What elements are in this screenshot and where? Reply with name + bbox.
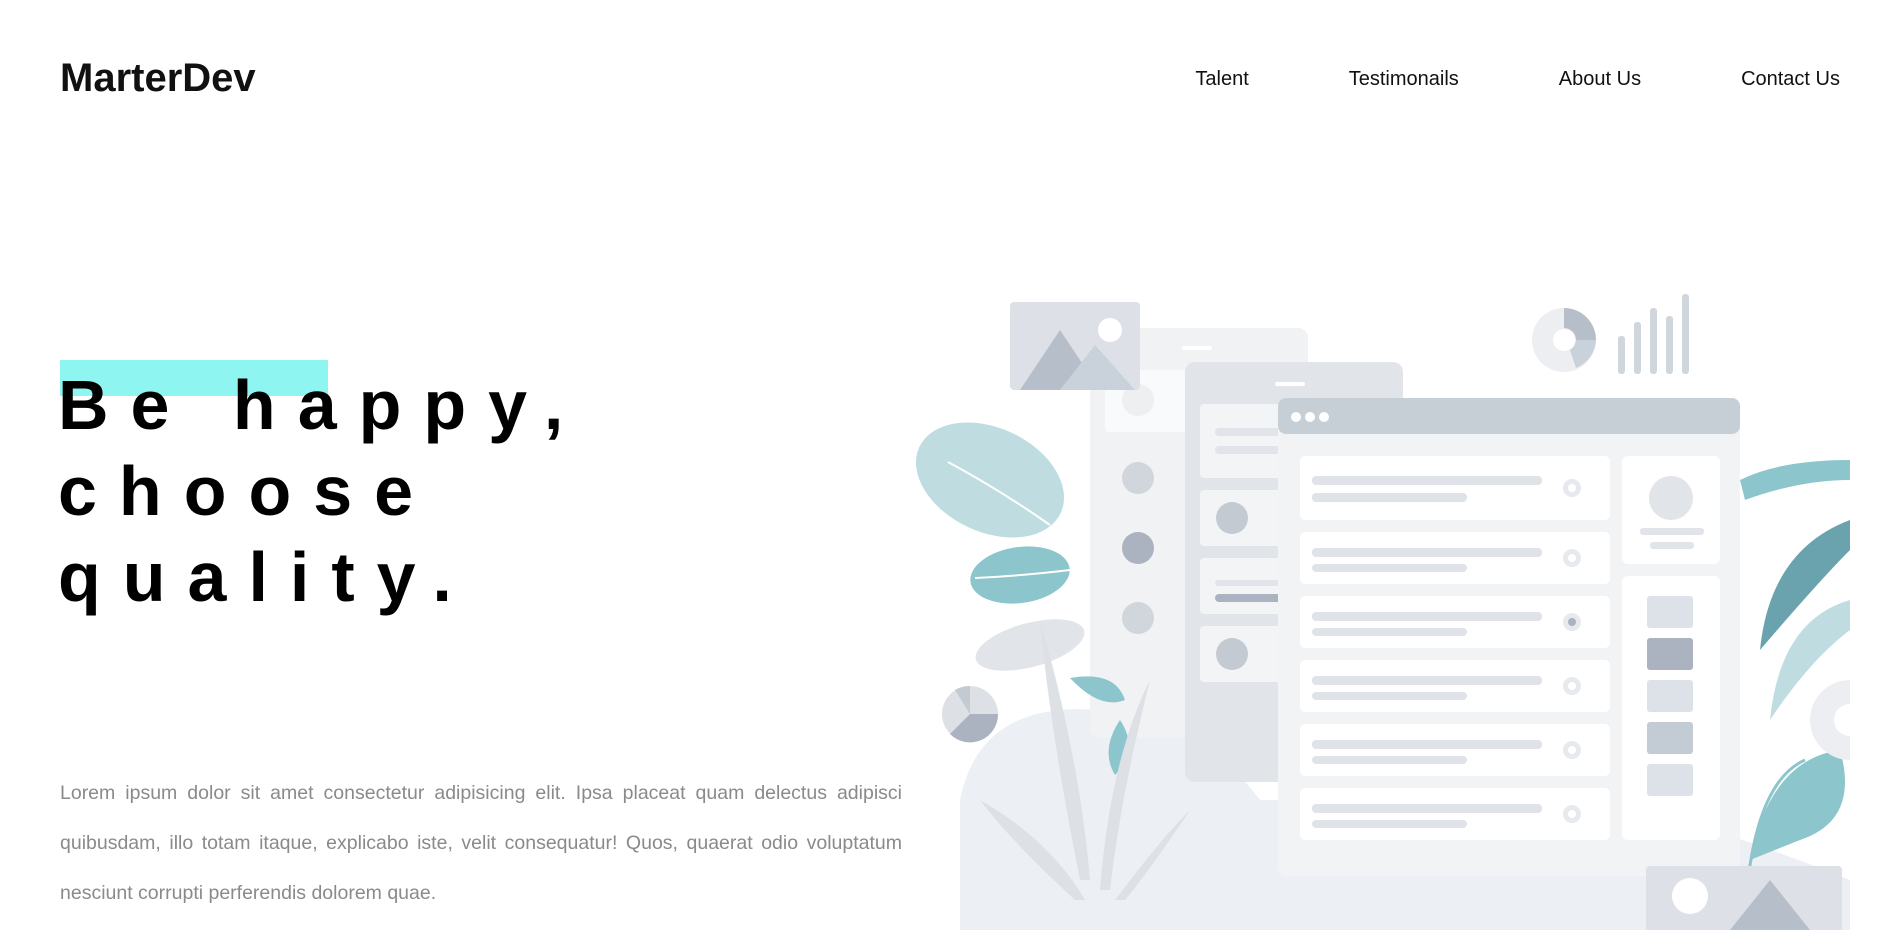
headline-line-1: Be happy, [58,366,586,444]
nav-link-about-us[interactable]: About Us [1559,68,1641,91]
hero-headline: Be happy, choose quality. [58,362,585,620]
nav-link-contact-us[interactable]: Contact Us [1741,68,1840,91]
main-nav: Talent Testimonails About Us Contact Us [1095,68,1840,91]
brand-logo[interactable]: MarterDev [60,56,256,101]
hero-description: Lorem ipsum dolor sit amet consectetur a… [60,782,902,904]
dashboard-illustration-icon [915,294,1850,930]
nav-link-talent[interactable]: Talent [1195,68,1248,91]
landing-page: MarterDev Talent Testimonails About Us C… [0,0,1898,930]
headline-line-3: quality. [58,538,474,616]
nav-link-testimonials[interactable]: Testimonails [1349,68,1459,91]
headline-line-2: choose [58,452,436,530]
